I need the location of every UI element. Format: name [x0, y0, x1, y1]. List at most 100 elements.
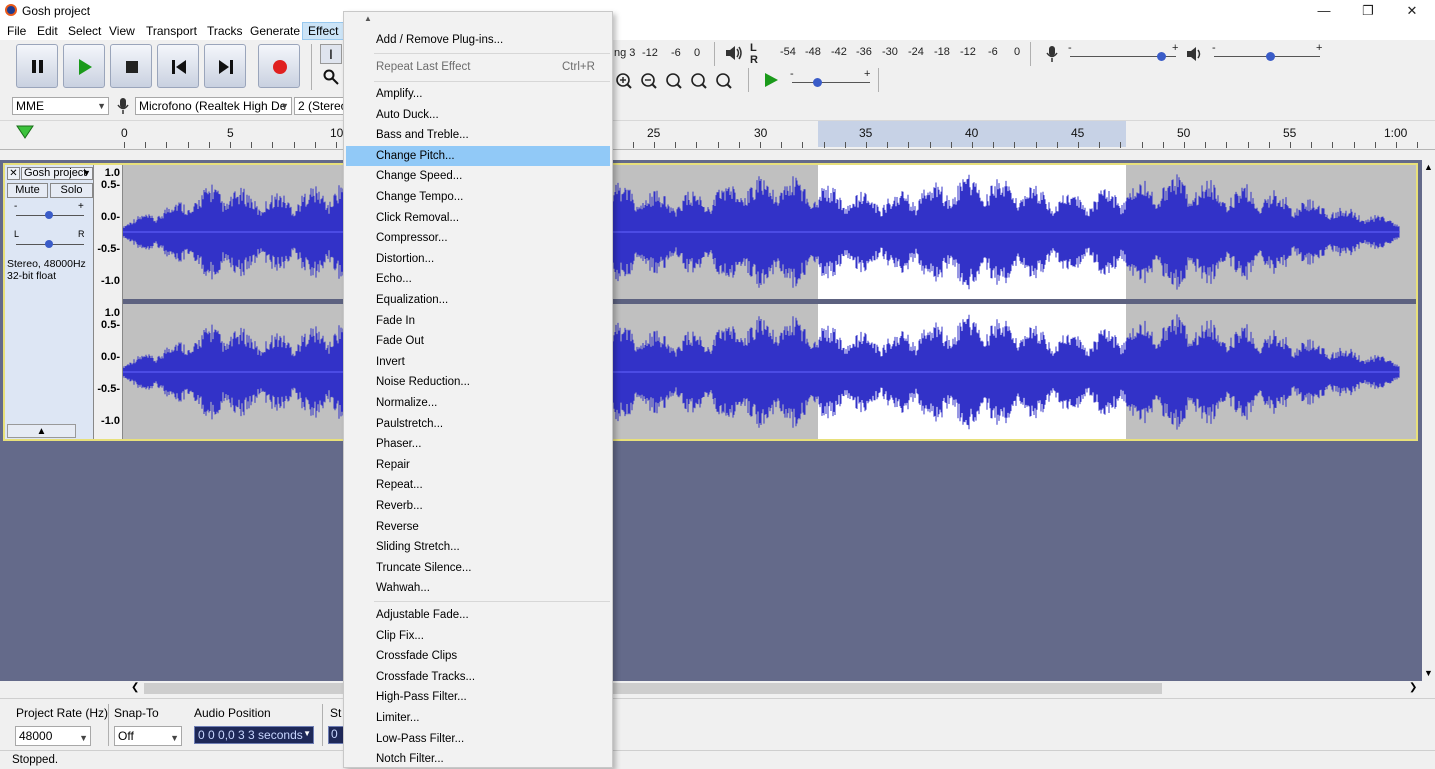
menu-view[interactable]: View — [104, 22, 140, 40]
effect-item-noise-reduction[interactable]: Noise Reduction... — [376, 372, 470, 392]
recording-volume-thumb[interactable] — [1157, 52, 1166, 61]
minimize-button[interactable]: — — [1302, 0, 1346, 22]
scroll-right-arrow-icon[interactable]: ❯ — [1409, 682, 1417, 693]
vertical-scrollbar[interactable] — [1422, 160, 1435, 681]
effect-repeat-last[interactable]: Repeat Last Effect — [376, 57, 470, 77]
play-button[interactable] — [63, 44, 105, 88]
amplitude-scale-label: 0.0- — [101, 211, 120, 223]
minimize-icon: — — [1317, 3, 1331, 18]
channel-divider[interactable] — [94, 299, 1416, 304]
skip-to-start-button[interactable] — [157, 44, 199, 88]
effect-item-phaser[interactable]: Phaser... — [376, 434, 421, 454]
effect-item-auto-duck[interactable]: Auto Duck... — [376, 105, 439, 125]
pan-left-label: L — [14, 229, 20, 239]
effect-item-amplify[interactable]: Amplify... — [376, 84, 422, 104]
amplitude-scale-label: 0.5- — [101, 319, 120, 331]
menu-tracks[interactable]: Tracks — [202, 22, 248, 40]
effect-item-limiter[interactable]: Limiter... — [376, 708, 419, 728]
record-button[interactable] — [258, 44, 300, 88]
effect-item-reverse[interactable]: Reverse — [376, 517, 419, 537]
scroll-down-arrow-icon[interactable]: ▼ — [1424, 668, 1433, 678]
close-window-button[interactable]: ✕ — [1390, 0, 1434, 22]
effect-item-repair[interactable]: Repair — [376, 455, 410, 475]
effect-item-change-pitch[interactable]: Change Pitch... — [376, 146, 455, 166]
scroll-up-arrow-icon[interactable]: ▲ — [1424, 162, 1433, 172]
stop-button[interactable] — [110, 44, 152, 88]
collapse-track-button[interactable]: ▲ — [7, 424, 76, 438]
play-speed-thumb[interactable] — [813, 78, 822, 87]
audio-host-dropdown[interactable]: MME ▼ — [12, 97, 109, 115]
effect-item-fade-out[interactable]: Fade Out — [376, 331, 424, 351]
restore-button[interactable]: ❐ — [1346, 0, 1390, 22]
amplitude-scale[interactable] — [94, 165, 123, 439]
effect-item-reverb[interactable]: Reverb... — [376, 496, 423, 516]
effect-item-adjustable-fade[interactable]: Adjustable Fade... — [376, 605, 469, 625]
play-icon — [765, 73, 778, 87]
effect-item-compressor[interactable]: Compressor... — [376, 228, 448, 248]
effect-item-click-removal[interactable]: Click Removal... — [376, 208, 459, 228]
effect-item-high-pass-filter[interactable]: High-Pass Filter... — [376, 687, 467, 707]
effect-item-echo[interactable]: Echo... — [376, 269, 412, 289]
menu-edit[interactable]: Edit — [32, 22, 63, 40]
effect-item-sliding-stretch[interactable]: Sliding Stretch... — [376, 537, 460, 557]
gain-slider-thumb[interactable] — [45, 211, 53, 219]
effect-item-distortion[interactable]: Distortion... — [376, 249, 434, 269]
effect-item-bass-and-treble[interactable]: Bass and Treble... — [376, 125, 469, 145]
effect-item-low-pass-filter[interactable]: Low-Pass Filter... — [376, 729, 464, 749]
effect-item-crossfade-clips[interactable]: Crossfade Clips — [376, 646, 457, 666]
timeline-options-button[interactable] — [16, 124, 34, 143]
effect-add-remove-plugins[interactable]: Add / Remove Plug-ins... — [376, 30, 503, 50]
fit-selection-icon — [666, 73, 682, 89]
pause-button[interactable] — [16, 44, 58, 88]
menu-file[interactable]: File — [2, 22, 31, 40]
project-rate-dropdown[interactable]: 48000 ▼ — [15, 726, 91, 746]
selection-tool-button[interactable]: I — [320, 44, 342, 64]
effect-item-truncate-silence[interactable]: Truncate Silence... — [376, 558, 471, 578]
selection-start-field[interactable]: 0 — [328, 726, 344, 744]
effect-item-change-tempo[interactable]: Change Tempo... — [376, 187, 463, 207]
rec-meter-tick: 0 — [694, 47, 701, 59]
pan-slider-thumb[interactable] — [45, 240, 53, 248]
effect-item-wahwah[interactable]: Wahwah... — [376, 578, 430, 598]
playback-volume-thumb[interactable] — [1266, 52, 1275, 61]
audacity-logo-icon — [5, 4, 17, 16]
track-close-button[interactable]: ✕ — [7, 167, 20, 180]
zoom-tool-button[interactable] — [320, 69, 342, 89]
effect-item-clip-fix[interactable]: Clip Fix... — [376, 626, 424, 646]
recording-device-dropdown[interactable]: Microfono (Realtek High De ▼ — [135, 97, 292, 115]
rec-meter-tick: -12 — [642, 47, 658, 59]
solo-button[interactable]: Solo — [50, 183, 93, 198]
snap-to-dropdown[interactable]: Off ▼ — [114, 726, 182, 746]
effect-item-change-speed[interactable]: Change Speed... — [376, 166, 462, 186]
ruler-tick-label: 45 — [1071, 126, 1085, 140]
scroll-up-arrow-icon[interactable]: ▲ — [364, 14, 372, 23]
menu-effect[interactable]: Effect — [302, 22, 344, 40]
playback-meter-button[interactable] — [724, 44, 744, 65]
chevron-up-icon: ▲ — [36, 426, 47, 437]
scroll-left-arrow-icon[interactable]: ❮ — [131, 682, 139, 693]
effect-item-repeat[interactable]: Repeat... — [376, 475, 423, 495]
effect-item-equalization[interactable]: Equalization... — [376, 290, 448, 310]
menu-generate[interactable]: Generate — [245, 22, 305, 40]
track-name-menu[interactable]: Gosh project ▼ — [21, 167, 93, 180]
close-icon: ✕ — [1406, 3, 1418, 18]
menu-transport[interactable]: Transport — [141, 22, 202, 40]
play-at-speed-button[interactable] — [762, 71, 780, 92]
effect-item-fade-in[interactable]: Fade In — [376, 311, 415, 331]
effect-item-normalize[interactable]: Normalize... — [376, 393, 437, 413]
recording-channels-dropdown[interactable]: 2 (Stereo) — [294, 97, 346, 115]
effect-item-crossfade-tracks[interactable]: Crossfade Tracks... — [376, 667, 475, 687]
mute-button[interactable]: Mute — [7, 183, 48, 198]
pause-icon — [32, 60, 43, 73]
skip-to-end-button[interactable] — [204, 44, 246, 88]
effect-item-notch-filter[interactable]: Notch Filter... — [376, 749, 444, 769]
horizontal-scroll-thumb[interactable] — [144, 683, 1162, 694]
ruler-tick-label: 5 — [227, 126, 234, 140]
play-speed-slider[interactable] — [792, 82, 870, 83]
audio-position-field[interactable]: 0 0 0,0 3 3 seconds ▼ — [194, 726, 314, 744]
microphone-icon — [117, 98, 129, 114]
menu-select[interactable]: Select — [63, 22, 106, 40]
playback-meter-scale[interactable]: -54 -48 -42 -36 -30 -24 -18 -12 -6 0 — [762, 46, 1024, 60]
effect-item-paulstretch[interactable]: Paulstretch... — [376, 414, 443, 434]
effect-item-invert[interactable]: Invert — [376, 352, 405, 372]
